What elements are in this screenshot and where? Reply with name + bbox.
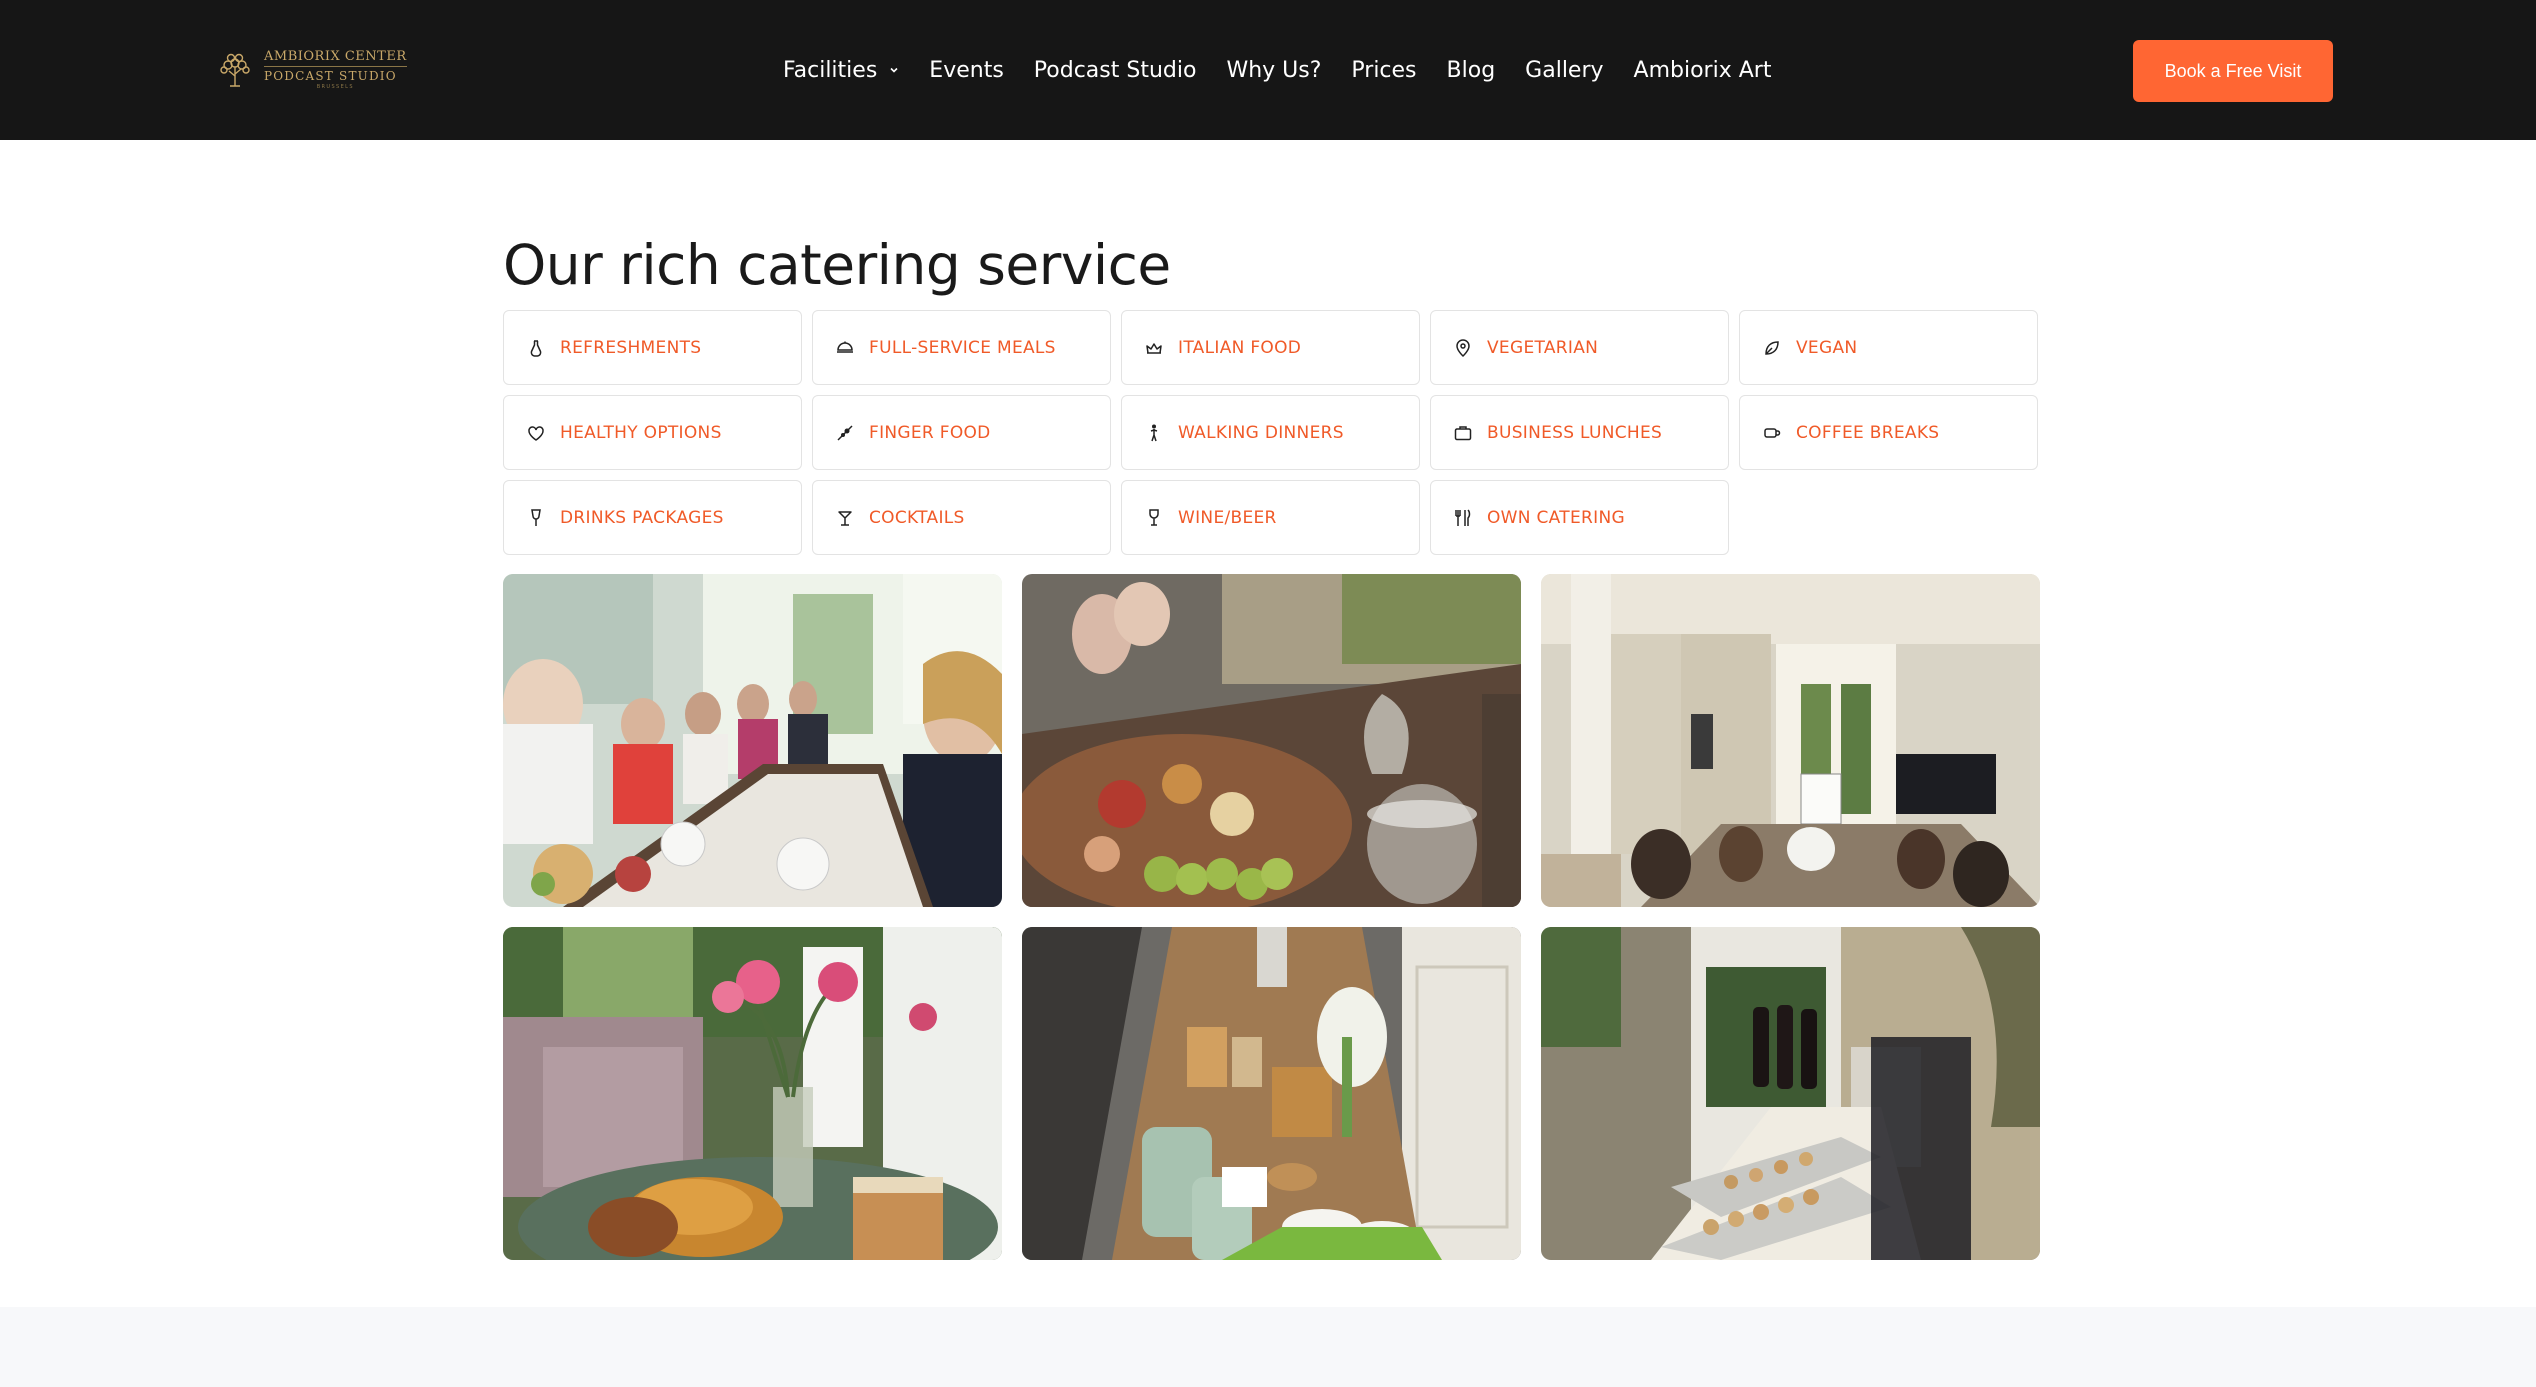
tag-label: FULL-SERVICE MEALS xyxy=(869,337,1056,358)
photo-coffee-station[interactable] xyxy=(1022,927,1521,1260)
cloche-icon xyxy=(837,341,853,353)
briefcase-icon xyxy=(1454,425,1472,440)
photo-croissant-coffee[interactable] xyxy=(503,927,1002,1260)
tag-label: WALKING DINNERS xyxy=(1178,422,1344,443)
nav-item-gallery[interactable]: Gallery xyxy=(1525,58,1603,83)
wine-glass-icon xyxy=(1149,508,1159,526)
logo-title: AMBIORIX CENTER xyxy=(264,49,407,64)
coffee-cup-icon xyxy=(1764,427,1781,438)
leaf-icon xyxy=(1765,340,1779,355)
catering-tags: REFRESHMENTS FULL-SERVICE MEALS ITALIAN … xyxy=(503,310,2038,555)
nav-item-facilities[interactable]: Facilities xyxy=(783,58,899,83)
tag-cocktails[interactable]: COCKTAILS xyxy=(812,480,1111,555)
nav-item-ambiorix-art[interactable]: Ambiorix Art xyxy=(1634,58,1772,83)
heart-icon xyxy=(528,425,544,441)
tag-label: DRINKS PACKAGES xyxy=(560,507,724,528)
tag-own-catering[interactable]: OWN CATERING xyxy=(1430,480,1729,555)
section-title: Our rich catering service xyxy=(503,233,1171,297)
catering-section: Our rich catering service REFRESHMENTS F… xyxy=(503,200,2040,1260)
tag-label: VEGAN xyxy=(1796,337,1858,358)
tag-label: FINGER FOOD xyxy=(869,422,991,443)
photo-meeting-room[interactable] xyxy=(1541,574,2040,907)
flask-icon xyxy=(530,339,542,357)
tag-vegetarian[interactable]: VEGETARIAN xyxy=(1430,310,1729,385)
tag-refreshments[interactable]: REFRESHMENTS xyxy=(503,310,802,385)
photo-wine-appetizers[interactable] xyxy=(1541,927,2040,1260)
tag-label: VEGETARIAN xyxy=(1487,337,1599,358)
nav-label-facilities: Facilities xyxy=(783,57,878,83)
tag-wine-beer[interactable]: WINE/BEER xyxy=(1121,480,1420,555)
photo-group-dinner[interactable] xyxy=(503,574,1002,907)
catering-gallery xyxy=(503,574,2040,1260)
glass-icon xyxy=(531,508,541,526)
logo-text: AMBIORIX CENTER PODCAST STUDIO BRUSSELS xyxy=(264,50,407,90)
tag-label: OWN CATERING xyxy=(1487,507,1625,528)
skewer-icon xyxy=(837,424,853,441)
tag-healthy-options[interactable]: HEALTHY OPTIONS xyxy=(503,395,802,470)
tag-label: COFFEE BREAKS xyxy=(1796,422,1940,443)
tag-label: ITALIAN FOOD xyxy=(1178,337,1302,358)
nav-item-blog[interactable]: Blog xyxy=(1447,58,1496,83)
main-nav: Facilities Events Podcast Studio Why Us?… xyxy=(783,0,1771,140)
tag-label: COCKTAILS xyxy=(869,507,965,528)
tag-walking-dinners[interactable]: WALKING DINNERS xyxy=(1121,395,1420,470)
tag-finger-food[interactable]: FINGER FOOD xyxy=(812,395,1111,470)
cocktail-icon xyxy=(838,510,852,526)
chevron-down-icon xyxy=(890,67,898,73)
cutlery-icon xyxy=(1455,508,1471,526)
book-free-visit-button[interactable]: Book a Free Visit xyxy=(2133,40,2333,102)
person-walking-icon xyxy=(1150,424,1158,441)
nav-item-events[interactable]: Events xyxy=(929,58,1004,83)
tag-italian-food[interactable]: ITALIAN FOOD xyxy=(1121,310,1420,385)
photo-buffet-table[interactable] xyxy=(1022,574,1521,907)
tag-label: WINE/BEER xyxy=(1178,507,1277,528)
nav-item-podcast-studio[interactable]: Podcast Studio xyxy=(1034,58,1197,83)
tree-logo-icon xyxy=(220,53,250,87)
tag-label: HEALTHY OPTIONS xyxy=(560,422,722,443)
tag-vegan[interactable]: VEGAN xyxy=(1739,310,2038,385)
tag-label: BUSINESS LUNCHES xyxy=(1487,422,1663,443)
tag-full-service-meals[interactable]: FULL-SERVICE MEALS xyxy=(812,310,1111,385)
tag-business-lunches[interactable]: BUSINESS LUNCHES xyxy=(1430,395,1729,470)
nav-item-prices[interactable]: Prices xyxy=(1351,58,1416,83)
map-pin-icon xyxy=(1456,338,1470,357)
logo-subtitle: PODCAST STUDIO xyxy=(264,66,407,82)
nav-item-why-us[interactable]: Why Us? xyxy=(1226,58,1321,83)
tag-drinks-packages[interactable]: DRINKS PACKAGES xyxy=(503,480,802,555)
tag-label: REFRESHMENTS xyxy=(560,337,702,358)
logo[interactable]: AMBIORIX CENTER PODCAST STUDIO BRUSSELS xyxy=(216,48,407,92)
logo-city: BRUSSELS xyxy=(316,84,354,90)
tag-coffee-breaks[interactable]: COFFEE BREAKS xyxy=(1739,395,2038,470)
site-header: AMBIORIX CENTER PODCAST STUDIO BRUSSELS … xyxy=(0,0,2536,140)
crown-icon xyxy=(1146,342,1162,354)
next-section-band xyxy=(0,1307,2536,1387)
